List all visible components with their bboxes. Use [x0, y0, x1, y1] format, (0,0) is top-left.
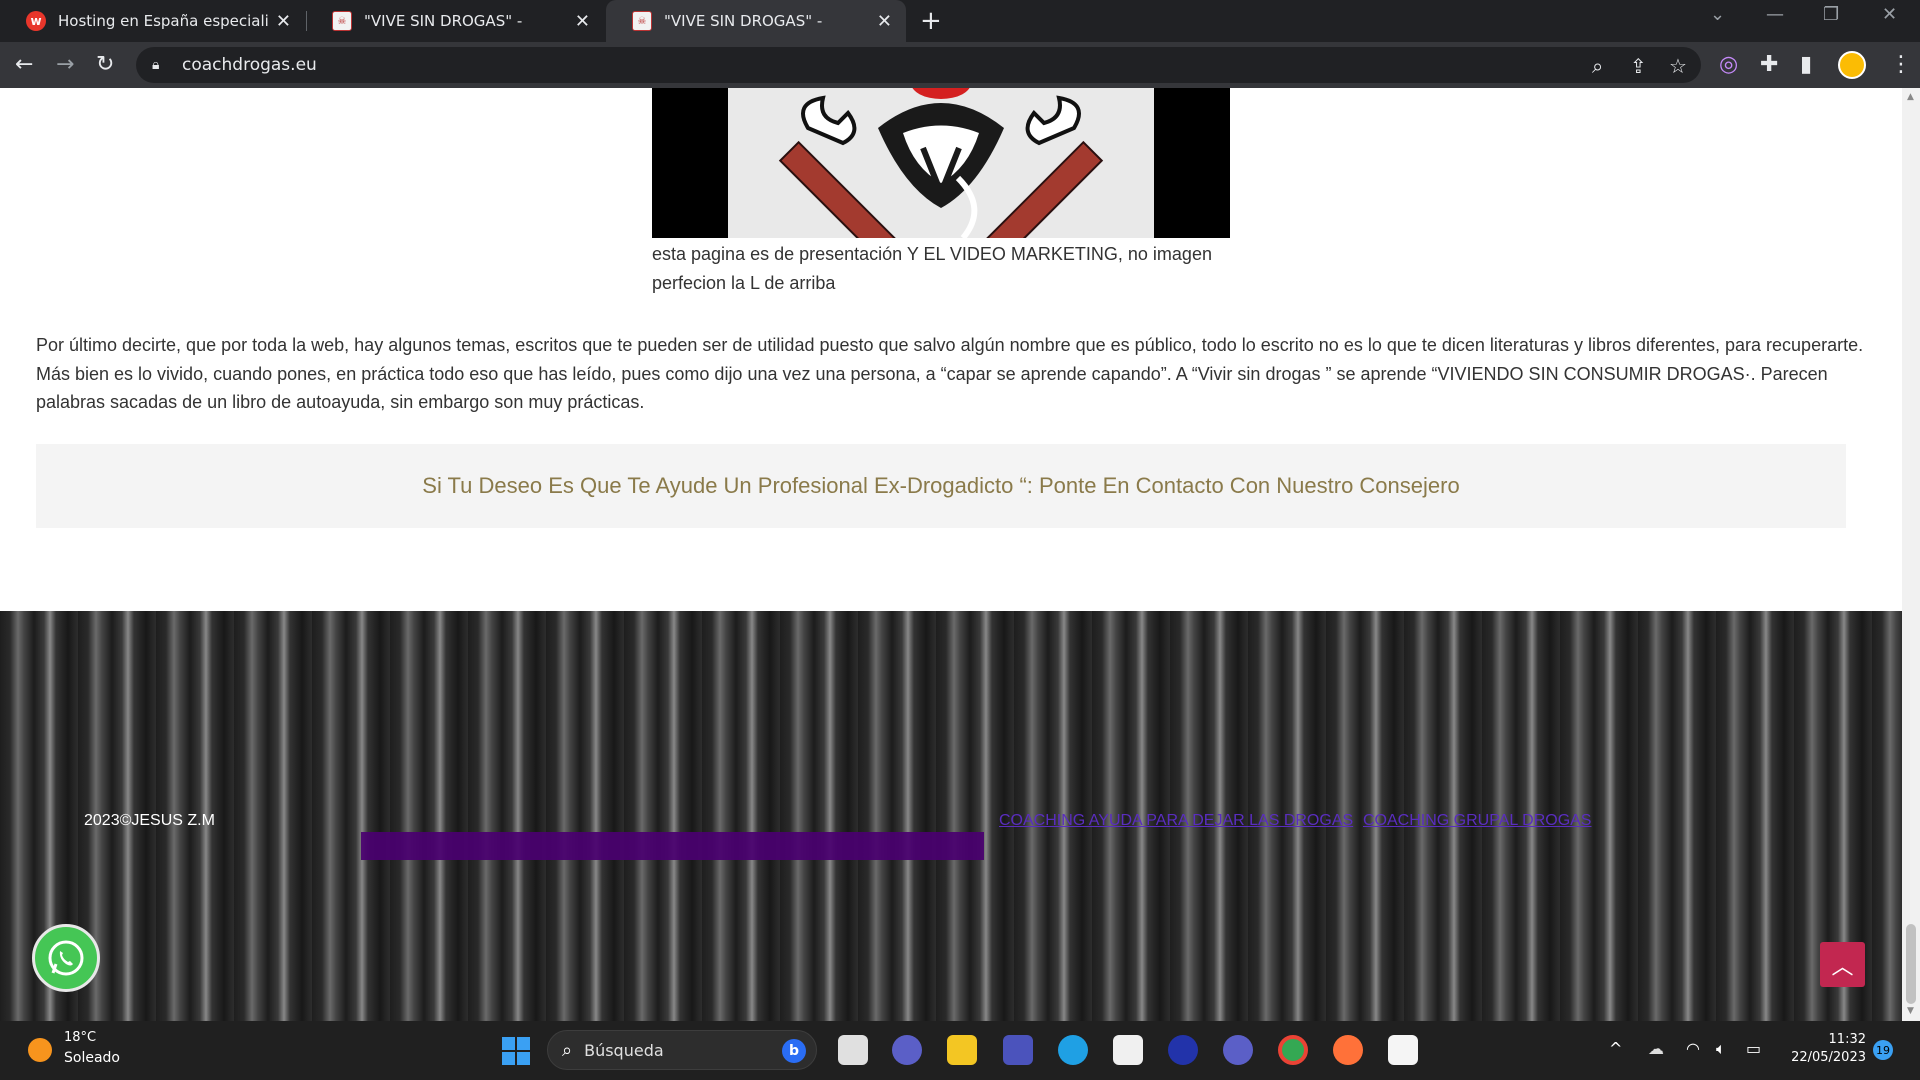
contact-cta-text[interactable]: Si Tu Deseo Es Que Te Ayude Un Profesion…	[422, 473, 1459, 499]
weather-condition[interactable]: Soleado	[64, 1050, 120, 1066]
close-icon[interactable]: ✕	[575, 11, 590, 32]
close-icon[interactable]: ✕	[276, 11, 291, 32]
notification-badge[interactable]: 19	[1873, 1040, 1893, 1060]
profile-avatar[interactable]	[1838, 51, 1866, 79]
file-explorer-icon[interactable]	[947, 1035, 977, 1065]
site-favicon-icon: ☠	[632, 11, 652, 31]
address-bar[interactable]: 🔒︎ coachdrogas.eu ⌕ ⇪ ☆	[136, 47, 1701, 83]
taskbar-clock[interactable]: 11:32 22/05/2023	[1780, 1031, 1866, 1067]
firefox-icon[interactable]	[1333, 1035, 1363, 1065]
close-icon[interactable]: ✕	[877, 11, 892, 32]
back-icon[interactable]: ←	[15, 52, 33, 78]
new-tab-icon[interactable]: +	[920, 6, 942, 36]
search-label: Búsqueda	[584, 1040, 664, 1060]
footer-copyright: 2023©JESUS Z.M	[84, 812, 215, 829]
browser-toolbar: ← → ↻ 🔒︎ coachdrogas.eu ⌕ ⇪ ☆ ◎ ✚ ▮ ⋮	[0, 42, 1920, 88]
scroll-down-arrow-icon[interactable]: ▼	[1907, 1006, 1914, 1016]
scroll-to-top-button[interactable]: ︿	[1820, 942, 1865, 987]
extension-ring-icon[interactable]: ◎	[1719, 52, 1738, 78]
tab-search-chevron-icon[interactable]: ⌄	[1710, 4, 1725, 25]
web-page: esta pagina es de presentación Y EL VIDE…	[0, 88, 1902, 1021]
teams-icon[interactable]	[1003, 1035, 1033, 1065]
whatsapp-button[interactable]	[32, 924, 100, 992]
snipping-tool-icon[interactable]	[1388, 1035, 1418, 1065]
tab-title: Hosting en España especializado	[58, 12, 268, 30]
tray-chevron-up-icon[interactable]: ^	[1609, 1039, 1622, 1058]
chevron-up-icon: ︿	[1831, 954, 1854, 980]
sun-icon[interactable]	[28, 1038, 52, 1062]
app-icon-purple[interactable]	[1223, 1035, 1253, 1065]
skull-illustration	[778, 88, 1104, 238]
contact-cta-box[interactable]: Si Tu Deseo Es Que Te Ayude Un Profesion…	[36, 444, 1846, 528]
chrome-icon[interactable]	[1278, 1035, 1308, 1065]
page-scrollbar[interactable]: ▲ ▼	[1902, 88, 1920, 1021]
edge-icon[interactable]	[1058, 1035, 1088, 1065]
app-icon-blue[interactable]	[1168, 1035, 1198, 1065]
skull-wrenches-image	[652, 88, 1230, 238]
footer-purple-bar	[361, 832, 984, 860]
clock-time: 11:32	[1828, 1032, 1866, 1047]
footer-link-coaching-ayuda[interactable]: COACHING AYUDA PARA DEJAR LAS DROGAS	[999, 812, 1353, 830]
footer-link-coaching-grupal[interactable]: COACHING GRUPAL DROGAS	[1363, 812, 1591, 830]
tab-vive-sin-drogas-2[interactable]: ☠ "VIVE SIN DROGAS" - ✕	[606, 0, 906, 42]
wifi-icon[interactable]: ◠	[1686, 1039, 1700, 1058]
reload-icon[interactable]: ↻	[96, 52, 114, 78]
scroll-up-arrow-icon[interactable]: ▲	[1907, 92, 1914, 102]
bing-icon[interactable]: b	[782, 1039, 806, 1063]
taskbar-search[interactable]: ⌕ Búsqueda b	[547, 1030, 817, 1070]
skull-image-content	[728, 88, 1154, 238]
body-paragraph: Por último decirte, que por toda la web,…	[36, 335, 1864, 412]
tab-strip: w Hosting en España especializado ✕ ☠ "V…	[0, 0, 1920, 42]
minimize-icon[interactable]: —	[1766, 4, 1784, 25]
tab-hosting[interactable]: w Hosting en España especializado ✕	[0, 0, 305, 42]
whatsapp-icon	[48, 940, 84, 976]
windows-taskbar: 18°C Soleado ⌕ Búsqueda b ^ ☁ ◠ 🔈︎ ▭ 11:…	[0, 1021, 1920, 1080]
weather-temperature[interactable]: 18°C	[64, 1030, 96, 1045]
tab-vive-sin-drogas-1[interactable]: ☠ "VIVE SIN DROGAS" - ✕	[306, 0, 604, 42]
tab-title: "VIVE SIN DROGAS" -	[364, 12, 523, 30]
start-button[interactable]	[502, 1037, 530, 1065]
clock-date: 22/05/2023	[1791, 1050, 1866, 1065]
site-footer	[0, 611, 1902, 1021]
search-icon: ⌕	[562, 1039, 573, 1061]
w-logo-icon: w	[26, 11, 46, 31]
lock-icon[interactable]: 🔒︎	[152, 57, 166, 73]
bookmark-star-icon[interactable]: ☆	[1669, 54, 1687, 78]
site-favicon-icon: ☠	[332, 11, 352, 31]
url-text[interactable]: coachdrogas.eu	[182, 55, 317, 75]
tab-title: "VIVE SIN DROGAS" -	[664, 12, 823, 30]
task-view-icon[interactable]	[838, 1035, 868, 1065]
image-caption: esta pagina es de presentación Y EL VIDE…	[652, 244, 1212, 293]
extensions-puzzle-icon[interactable]: ✚	[1760, 52, 1778, 78]
zoom-icon[interactable]: ⌕	[1592, 54, 1603, 78]
battery-icon[interactable]: ▭	[1746, 1039, 1761, 1058]
window-close-icon[interactable]: ✕	[1882, 4, 1897, 25]
scrollbar-thumb[interactable]	[1906, 924, 1916, 1004]
share-icon[interactable]: ⇪	[1630, 54, 1647, 78]
restore-icon[interactable]: ❐	[1823, 4, 1839, 25]
store-icon[interactable]	[1113, 1035, 1143, 1065]
onedrive-error-icon[interactable]: ☁	[1648, 1039, 1664, 1058]
forward-icon[interactable]: →	[56, 52, 74, 78]
speaker-muted-icon[interactable]: 🔈︎	[1716, 1039, 1726, 1059]
side-panel-icon[interactable]: ▮	[1800, 52, 1812, 78]
menu-dots-icon[interactable]: ⋮	[1890, 52, 1912, 78]
chat-icon[interactable]	[892, 1035, 922, 1065]
